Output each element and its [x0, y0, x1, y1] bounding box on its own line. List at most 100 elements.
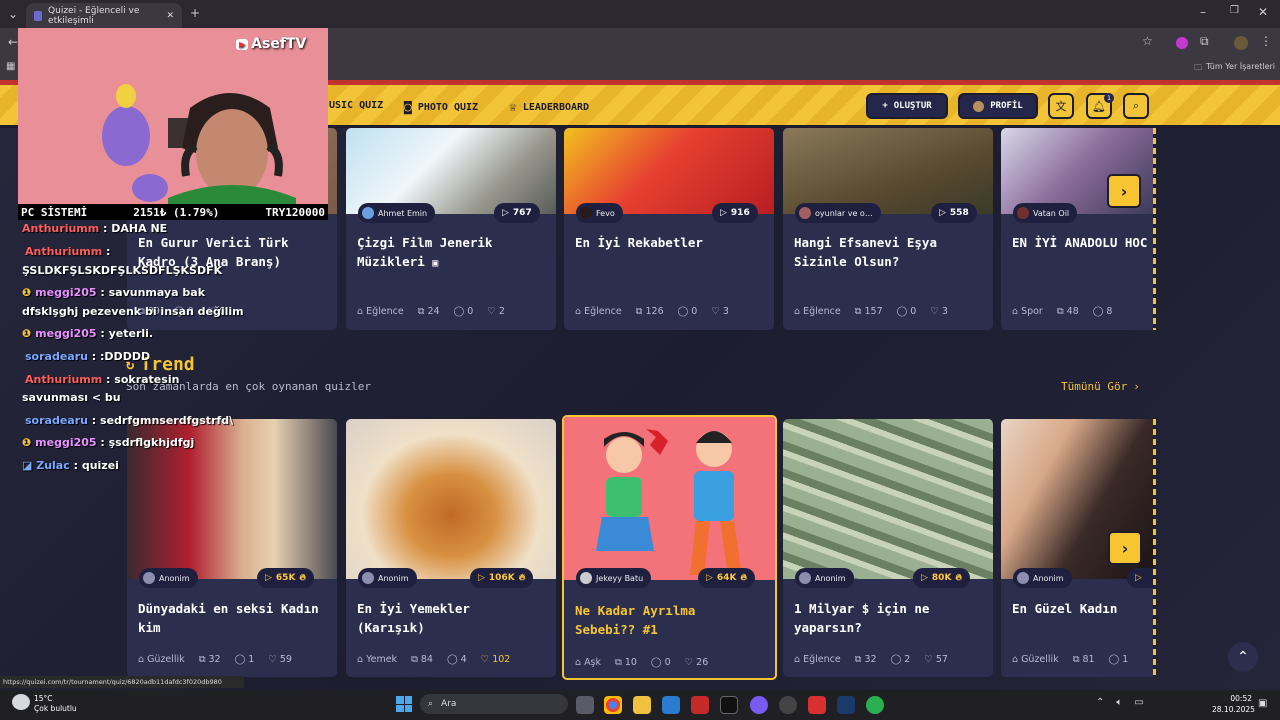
tag-icon: ⌂ — [794, 306, 804, 317]
tray-expand-icon[interactable]: ⌃ — [1096, 697, 1104, 708]
flame-icon: 🔥︎ — [518, 573, 526, 583]
chat-text: quizei — [81, 459, 119, 472]
girl-head — [606, 437, 642, 473]
author-pill[interactable]: Ahmet Emin — [358, 203, 436, 223]
x-app-icon[interactable] — [720, 696, 738, 714]
items-count-value: 48 — [1066, 306, 1079, 317]
quiz-meta: ⌂ Güzellik ⧉ 81 ◯ 1 — [1012, 654, 1155, 665]
items-icon: ⧉ — [615, 657, 625, 668]
comments-count: ◯ 0 — [678, 306, 698, 317]
all-bookmarks-folder[interactable]: 🗀 Tüm Yer İşaretleri — [1194, 62, 1275, 76]
language-button[interactable]: 文 — [1048, 93, 1074, 119]
quiz-card[interactable]: Anonim ▷ 106K 🔥︎ En İyi Yemekler (Karışık)… — [346, 419, 556, 677]
extension-icon[interactable] — [1176, 37, 1188, 49]
back-icon[interactable]: ← — [8, 36, 18, 48]
quiz-card[interactable]: Fevo ▷ 916 En İyi Rekabetler ⌂ Eğlence ⧉ … — [564, 128, 774, 330]
author-avatar — [799, 207, 811, 219]
network-icon[interactable]: ▭ — [1134, 697, 1143, 708]
nav-music-quiz[interactable]: USIC QUIZ — [329, 100, 383, 111]
weather-icon[interactable] — [12, 694, 30, 710]
quiz-card[interactable]: Vatan Oil EN İYİ ANADOLU HOC ⌂ Spor ⧉ 48… — [1001, 128, 1155, 330]
quiz-title: EN İYİ ANADOLU HOC — [1012, 235, 1148, 250]
weather-widget[interactable]: 15°C Çok bulutlu — [34, 694, 77, 714]
create-button[interactable]: + OLUŞTUR — [866, 93, 948, 119]
system-tray[interactable]: ⌃ 🔈︎ ▭ — [1096, 697, 1144, 708]
category-label: Eğlence — [803, 654, 841, 665]
author-name: Anonim — [159, 573, 190, 583]
likes-count: ♡ 57 — [924, 654, 948, 665]
author-name: Ahmet Emin — [378, 208, 428, 218]
browser-menu-icon[interactable]: ⋮ — [1260, 35, 1272, 47]
nav-photo-quiz[interactable]: ◙ PHOTO QUIZ — [404, 100, 478, 115]
profile-avatar[interactable] — [1234, 36, 1248, 50]
clock[interactable]: 00:52 28.10.2025 — [1212, 693, 1255, 715]
chrome-icon[interactable] — [604, 696, 622, 714]
see-all-link[interactable]: Tümünü Gör › — [1061, 380, 1140, 393]
carousel-next-button[interactable]: › — [1108, 531, 1142, 565]
quiz-card[interactable]: Anonim ▷ 65K 🔥︎ Dünyadaki en seksi Kadın k… — [127, 419, 337, 677]
volume-icon[interactable]: 🔈︎ — [1116, 697, 1122, 708]
window-close-icon[interactable]: ✕ — [1258, 6, 1268, 18]
author-name: Anonim — [378, 573, 409, 583]
apps-grid-icon[interactable]: ▦ — [6, 62, 15, 72]
category: ⌂ Eğlence — [794, 654, 841, 665]
chat-badge-icon: ◪ — [22, 459, 37, 472]
search-button[interactable]: ⌕ — [1123, 93, 1149, 119]
author-pill[interactable]: Anonim — [795, 568, 854, 588]
comment-icon: ◯ — [1092, 306, 1107, 317]
quiz-card[interactable]: Ahmet Emin ▷ 767 Çizgi Film Jenerik Müzik… — [346, 128, 556, 330]
plush-toy — [102, 106, 150, 166]
likes-count-value: 26 — [696, 657, 709, 668]
extensions-puzzle-icon[interactable]: ⧉ — [1200, 35, 1209, 47]
start-button[interactable] — [396, 696, 412, 712]
category: ⌂ Eğlence — [794, 306, 841, 317]
scroll-top-button[interactable]: ⌃ — [1228, 642, 1258, 672]
minimize-icon[interactable]: – — [1200, 6, 1206, 18]
carousel-edge — [1153, 419, 1156, 677]
items-icon: ⧉ — [417, 306, 428, 317]
author-pill[interactable]: Anonim — [358, 568, 417, 588]
items-count: ⧉ 32 — [199, 654, 221, 665]
notification-center-icon[interactable]: ▣ — [1258, 698, 1267, 709]
author-pill[interactable]: oyunlar ve o… — [795, 203, 881, 223]
profile-avatar-icon — [973, 100, 985, 112]
author-pill[interactable]: Jekeyy Batu — [576, 568, 652, 588]
author-pill[interactable]: Vatan Oil — [1013, 203, 1078, 223]
whatsapp-icon[interactable] — [866, 696, 884, 714]
nav-leaderboard-label: LEADERBOARD — [522, 102, 590, 113]
author-pill[interactable]: Fevo — [576, 203, 623, 223]
author-pill[interactable]: Anonim — [1013, 568, 1072, 588]
author-pill[interactable]: Anonim — [139, 568, 198, 588]
quiz-card-hovered[interactable]: Jekeyy Batu ▷ 64K 🔥︎ Ne Kadar Ayrılma Sebe… — [562, 415, 777, 680]
app-icon[interactable] — [779, 696, 797, 714]
comments-count: ◯ 1 — [235, 654, 255, 665]
comments-count-value: 0 — [691, 306, 698, 317]
items-count-value: 84 — [420, 654, 433, 665]
mail-icon[interactable] — [662, 696, 680, 714]
carousel-next-button[interactable]: › — [1107, 174, 1141, 208]
flame-icon: 🔥︎ — [299, 573, 307, 583]
items-icon: ⧉ — [1072, 654, 1083, 665]
quiz-card[interactable]: Anonim ▷ 80K 🔥︎ 1 Milyar $ için ne yaparsı… — [783, 419, 993, 677]
tab-list-icon[interactable]: ⌄ — [8, 8, 18, 20]
close-tab-icon[interactable]: ✕ — [166, 11, 174, 21]
browser-tab[interactable]: Quizei - Eğlenceli ve etkileşimli ✕ — [26, 3, 182, 28]
new-tab-icon[interactable]: + — [190, 7, 200, 19]
play-icon: ▷ — [478, 573, 485, 583]
profile-button[interactable]: PROFİL — [958, 93, 1038, 119]
nav-leaderboard[interactable]: ♕ LEADERBOARD — [509, 100, 589, 115]
obs-icon[interactable] — [750, 696, 768, 714]
app-h-icon[interactable] — [691, 696, 709, 714]
task-view-icon[interactable] — [576, 696, 594, 714]
maximize-icon[interactable]: ❐ — [1230, 6, 1239, 16]
record-app-icon[interactable] — [808, 696, 826, 714]
quiz-card[interactable]: oyunlar ve o… ▷ 558 Hangi Efsanevi Eşya S… — [783, 128, 993, 330]
chat-message: Anthuriumm : sokratesin — [25, 373, 180, 386]
file-explorer-icon[interactable] — [633, 696, 651, 714]
see-all-label: Tümünü Gör — [1061, 380, 1128, 393]
comments-count-value: 0 — [664, 657, 671, 668]
bookmark-star-icon[interactable]: ☆ — [1142, 35, 1153, 47]
quiz-title: En İyi Rekabetler — [575, 235, 703, 250]
steam-icon[interactable] — [837, 696, 855, 714]
taskbar-search[interactable]: ⌕ Ara — [420, 694, 568, 714]
